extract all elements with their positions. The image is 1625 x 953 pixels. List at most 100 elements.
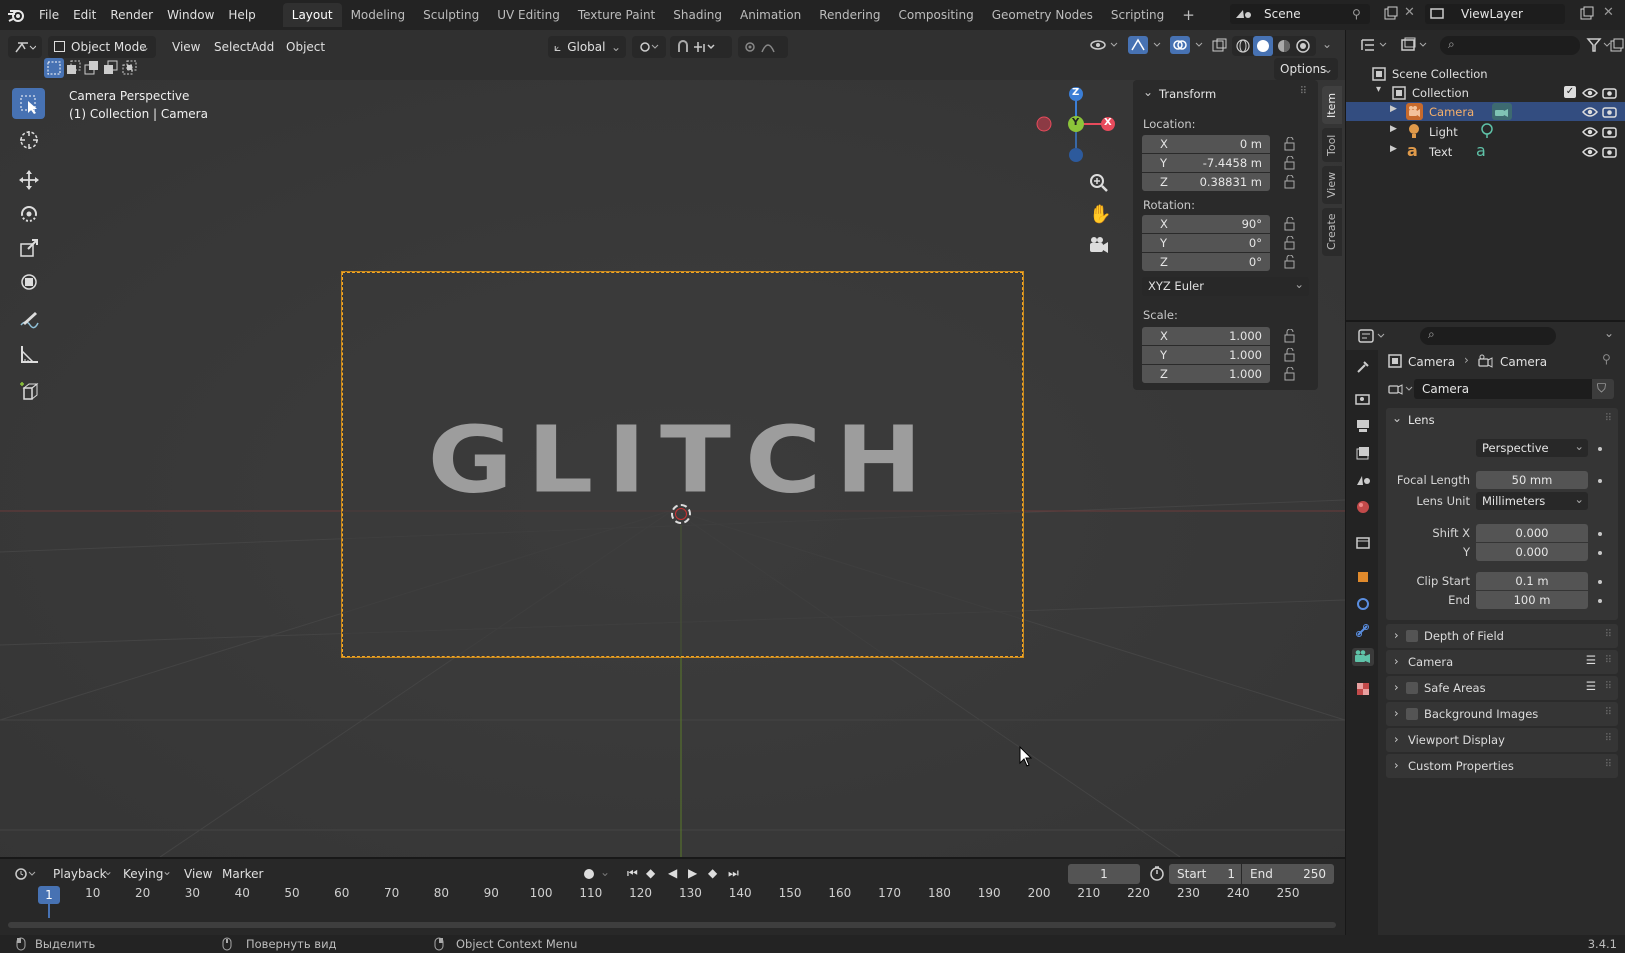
transform-panel-header[interactable]: ⌄ Transform ⠿ [1141,84,1309,104]
select-extend-icon[interactable] [66,60,82,76]
keyframe-dot-icon[interactable] [1598,532,1602,536]
tool-add-cube[interactable] [12,376,45,407]
constraint-properties-icon[interactable] [1354,622,1372,640]
eye-icon[interactable] [1582,146,1598,158]
output-properties-icon[interactable] [1354,417,1372,435]
glitch-text-object[interactable]: GLITCH [372,414,992,506]
location-x-field[interactable]: X 0 m [1142,135,1270,153]
keyframe-dot-icon[interactable] [1598,580,1602,584]
workspace-tab-compositing[interactable]: Compositing [889,3,982,27]
stopwatch-icon[interactable] [1149,865,1165,881]
keyframe-dot-icon[interactable] [1598,447,1602,451]
presets-list-icon[interactable]: ☰ [1586,653,1596,667]
tool-scale[interactable] [12,232,45,263]
pin-icon[interactable]: ⚲ [1602,352,1611,366]
shading-options-chevron-icon[interactable]: ⌄ [1322,37,1332,51]
menu-object[interactable]: Object [280,36,331,58]
modifier-properties-icon[interactable] [1354,595,1372,613]
tool-transform[interactable] [12,266,45,297]
drag-handle-icon[interactable]: ⠿ [1605,629,1612,640]
new-collection-icon[interactable] [1610,38,1624,52]
keyframe-dot-icon[interactable] [1598,551,1602,555]
jump-start-icon[interactable]: ⏮ [627,866,638,881]
collection-properties-icon[interactable] [1354,534,1372,552]
texture-properties-icon[interactable] [1354,680,1372,698]
options-dropdown[interactable]: Options ⌄ [1274,58,1338,80]
end-frame-field[interactable]: End 250 [1242,864,1334,884]
lock-icon[interactable] [1283,217,1297,231]
editor-type-icon[interactable] [1360,37,1390,53]
section-viewport-display[interactable]: › Viewport Display ⠿ [1386,728,1618,752]
navigation-gizmo[interactable]: Z X Y [1036,86,1116,166]
play-reverse-icon[interactable]: ◀ [668,866,677,880]
solid-shading-icon[interactable] [1253,36,1273,56]
checkbox-icon[interactable] [1406,630,1418,642]
keyframe-dot-icon[interactable] [1598,479,1602,483]
lock-icon[interactable] [1283,236,1297,250]
auto-keying-toggle[interactable]: ⌄ [578,864,612,884]
outliner-search-input[interactable]: ⌕ [1440,36,1580,55]
checkbox-icon[interactable] [1406,682,1418,694]
datablock-name-field[interactable]: Camera [1414,379,1592,399]
menu-edit[interactable]: Edit [66,4,103,26]
delete-viewlayer-icon[interactable]: ✕ [1603,5,1614,20]
focal-length-field[interactable]: 50 mm [1476,471,1588,489]
workspace-tab-scripting[interactable]: Scripting [1102,3,1173,27]
chevron-down-icon[interactable]: ⌄ [1604,326,1614,340]
scene-properties-icon[interactable] [1354,471,1372,489]
workspace-tab-layout[interactable]: Layout [282,3,342,27]
section-safe-areas[interactable]: › Safe Areas ☰ ⠿ [1386,676,1618,700]
xray-toggle-icon[interactable] [1212,38,1228,54]
scene-selector[interactable]: Scene ⚲ [1230,4,1370,24]
drag-handle-icon[interactable]: ⠿ [1605,733,1612,744]
drag-handle-icon[interactable]: ⠿ [1605,413,1612,424]
workspace-tab-rendering[interactable]: Rendering [810,3,889,27]
gizmo-toggle-icon[interactable] [1128,36,1166,54]
outliner-row-collection[interactable]: ▾ Collection ✓ [1346,83,1625,102]
overlay-toggle-icon[interactable] [1170,36,1208,54]
pin-icon[interactable]: ⚲ [1352,7,1361,21]
scale-y-field[interactable]: Y 1.000 [1142,346,1270,364]
menu-window[interactable]: Window [160,4,221,26]
select-subtract-icon[interactable] [84,60,100,76]
eye-icon[interactable] [1582,126,1598,138]
drag-handle-icon[interactable]: ⠿ [1605,655,1612,666]
current-frame-field[interactable]: 1 [1068,864,1140,884]
select-invert-icon[interactable] [103,60,119,76]
outliner-row-light[interactable]: ▶ Light [1346,122,1625,141]
workspace-tab-geometry-nodes[interactable]: Geometry Nodes [983,3,1102,27]
visibility-dropdown-icon[interactable] [1090,38,1120,52]
camera-data-properties-icon[interactable] [1352,648,1374,666]
eye-icon[interactable] [1582,87,1598,99]
keyframe-dot-icon[interactable] [1598,599,1602,603]
menu-help[interactable]: Help [221,4,262,26]
expand-arrow-icon[interactable]: ▶ [1390,104,1397,114]
menu-view[interactable]: View [166,36,206,58]
lock-icon[interactable] [1283,348,1297,362]
checkbox-checked-icon[interactable]: ✓ [1564,86,1576,98]
menu-file[interactable]: File [32,4,66,26]
lens-panel-header[interactable]: ⌄ Lens ⠿ [1386,408,1618,432]
drag-handle-icon[interactable]: ⠿ [1605,681,1612,692]
shift-x-field[interactable]: 0.000 [1476,524,1588,542]
sidebar-tab-tool[interactable]: Tool [1322,128,1342,162]
delete-scene-icon[interactable]: ✕ [1404,5,1415,20]
proportional-edit-toggle[interactable] [738,36,788,58]
lock-icon[interactable] [1283,156,1297,170]
material-shading-icon[interactable] [1276,38,1292,54]
tool-select-box[interactable] [12,88,45,119]
rotation-z-field[interactable]: Z 0° [1142,253,1270,271]
expand-arrow-icon[interactable]: ▶ [1390,144,1397,154]
tool-measure[interactable] [12,338,45,369]
location-z-field[interactable]: Z 0.38831 m [1142,173,1270,191]
workspace-tab-modeling[interactable]: Modeling [342,3,415,27]
orientation-dropdown[interactable]: ⟀ Global ⌄ [548,36,626,58]
editor-type-icon[interactable] [1358,328,1388,344]
expand-arrow-icon[interactable]: ▶ [1390,124,1397,134]
rendered-shading-icon[interactable] [1295,38,1311,54]
next-keyframe-icon[interactable]: ◆ [708,866,717,880]
snap-toggle[interactable] [670,36,732,58]
drag-handle-icon[interactable]: ⠿ [1605,759,1612,770]
shift-y-field[interactable]: 0.000 [1476,543,1588,561]
clip-end-field[interactable]: 100 m [1476,591,1588,609]
